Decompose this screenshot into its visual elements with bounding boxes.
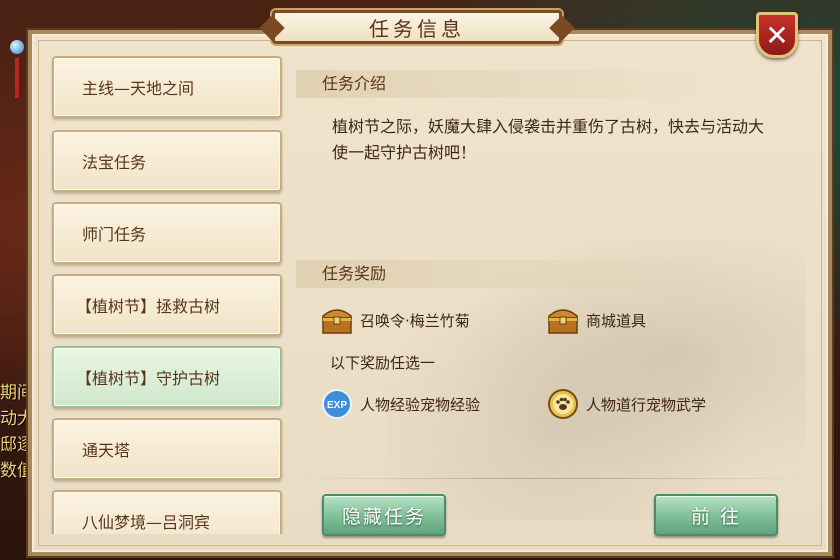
task-item-label: 通天塔 (82, 441, 131, 460)
hanging-ornament (10, 40, 24, 100)
task-item-label: 八仙梦境—吕洞宾 (82, 513, 211, 532)
task-item-label: 主线—天地之间 (82, 79, 195, 98)
svg-text:EXP: EXP (327, 400, 347, 411)
reward-label: 召唤令·梅兰竹菊 (360, 311, 470, 330)
task-list: 主线—天地之间 法宝任务 师门任务 【植树节】拯救古树 【植树节】守护古树 通天… (48, 52, 288, 534)
intro-heading: 任务介绍 (296, 70, 796, 98)
treasure-chest-icon (548, 309, 578, 334)
hide-task-button[interactable]: 隐藏任务 (322, 494, 446, 536)
reward-label: 商城道具 (586, 311, 647, 330)
reward-item[interactable]: 商城道具 (546, 304, 646, 336)
reward-label: 人物经验宠物经验 (360, 395, 481, 414)
close-button[interactable]: ✕ (756, 12, 802, 58)
task-item-label: 师门任务 (82, 225, 147, 244)
dialog-title: 任务信息 (369, 16, 465, 41)
rewards-heading: 任务奖励 (296, 260, 796, 288)
task-item-sect[interactable]: 师门任务 (52, 202, 282, 264)
task-item-tower[interactable]: 通天塔 (52, 418, 282, 480)
task-item-guard-tree[interactable]: 【植树节】守护古树 (52, 346, 282, 408)
task-detail-panel: 任务介绍 植树节之际，妖魔大肆入侵袭击并重伤了古树，快去与活动大使一起守护古树吧… (296, 60, 816, 536)
paw-coin-icon (548, 389, 578, 419)
task-item-eight-immortals[interactable]: 八仙梦境—吕洞宾 (52, 490, 282, 534)
task-item-main[interactable]: 主线—天地之间 (52, 56, 282, 118)
reward-label: 人物道行宠物武学 (586, 395, 707, 414)
intro-text: 植树节之际，妖魔大肆入侵袭击并重伤了古树，快去与活动大使一起守护古树吧！ (332, 117, 765, 162)
divider (296, 478, 806, 479)
reward-item[interactable]: 召唤令·梅兰竹菊 (320, 304, 470, 336)
task-item-label: 法宝任务 (82, 153, 147, 172)
go-button[interactable]: 前 往 (654, 494, 778, 536)
close-icon: ✕ (756, 12, 798, 58)
task-item-label: 【植树节】拯救古树 (76, 297, 221, 316)
choice-reward-item[interactable]: 人物道行宠物武学 (546, 388, 706, 420)
task-item-label: 【植树节】守护古树 (76, 369, 221, 388)
exp-icon: EXP (322, 389, 352, 419)
choice-reward-item[interactable]: EXP 人物经验宠物经验 (320, 388, 480, 420)
task-item-rescue-tree[interactable]: 【植树节】拯救古树 (52, 274, 282, 336)
task-item-artifact[interactable]: 法宝任务 (52, 130, 282, 192)
dialog-title-plaque: 任务信息 (272, 10, 562, 44)
rewards-area: 召唤令·梅兰竹菊 商城道具 以下奖励任选一 EXP 人物经验宠物经验 人物道行宠… (320, 304, 800, 444)
treasure-chest-icon (322, 309, 352, 334)
choose-one-text: 以下奖励任选一 (330, 354, 436, 372)
